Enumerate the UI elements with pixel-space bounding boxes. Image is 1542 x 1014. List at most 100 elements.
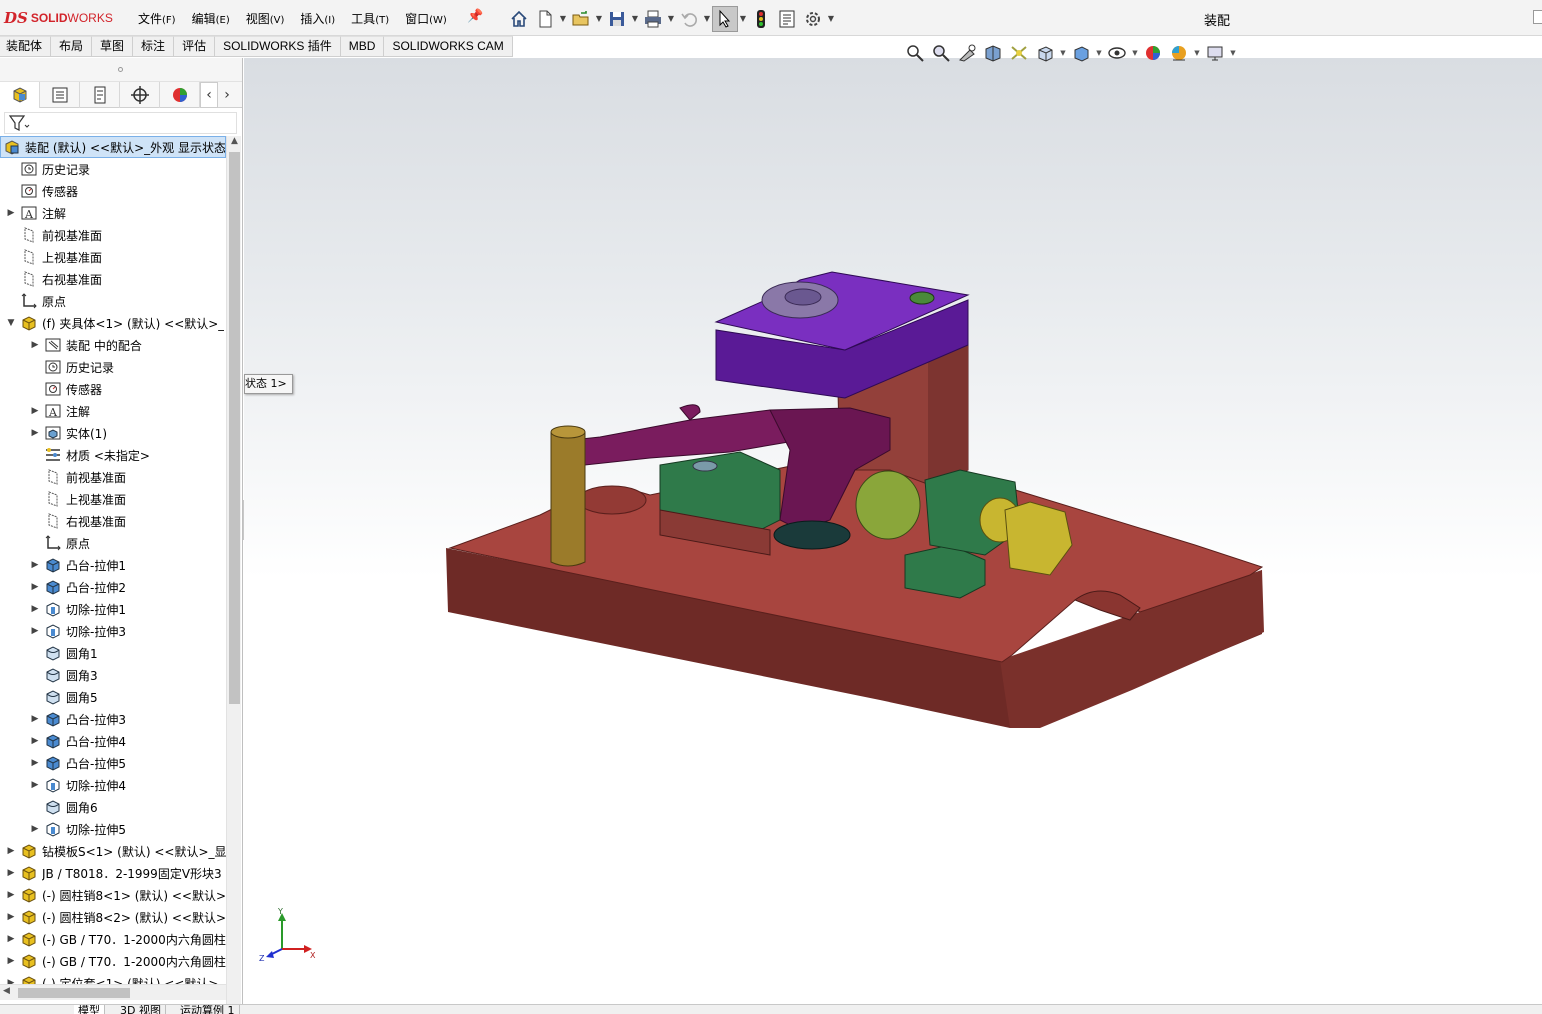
select-icon[interactable] — [712, 5, 738, 32]
dimxpert-manager-tab-icon[interactable] — [120, 82, 160, 108]
file-properties-icon[interactable] — [774, 6, 800, 32]
print-dropdown-icon[interactable]: ▼ — [666, 14, 676, 23]
command-tab[interactable]: 草图 — [92, 36, 134, 56]
hide-show-items-icon[interactable] — [1104, 41, 1130, 65]
tree-item[interactable]: 历史记录 — [0, 356, 226, 378]
tree-item[interactable]: ▶ JB / T8018．2-1999固定V形块3 — [0, 862, 226, 884]
zoom-to-fit-icon[interactable] — [902, 41, 928, 65]
chevron-right-icon[interactable]: ▶ — [30, 780, 40, 790]
open-icon[interactable] — [568, 6, 594, 32]
tree-item[interactable]: 材质 <未指定> — [0, 444, 226, 466]
tree-item[interactable]: 传感器 — [0, 378, 226, 400]
dynamic-annotation-icon[interactable] — [1006, 41, 1032, 65]
tree-item[interactable]: ▶ 切除-拉伸1 — [0, 598, 226, 620]
previous-view-icon[interactable] — [954, 41, 980, 65]
chevron-right-icon[interactable]: ▶ — [6, 868, 16, 878]
select-dropdown-icon[interactable]: ▼ — [738, 14, 748, 23]
chevron-down-icon[interactable]: ▼ — [1228, 49, 1238, 57]
display-manager-tab-icon[interactable] — [160, 82, 200, 108]
pin-menu-icon[interactable]: 📌 — [467, 9, 483, 24]
tabs-scroll-right-icon[interactable]: › — [218, 82, 236, 108]
save-icon[interactable] — [604, 6, 630, 32]
tree-item[interactable]: 历史记录 — [0, 158, 226, 180]
chevron-right-icon[interactable]: ▶ — [6, 890, 16, 900]
tree-item[interactable]: ▶ 凸台-拉伸1 — [0, 554, 226, 576]
options-dropdown-icon[interactable]: ▼ — [826, 14, 836, 23]
chevron-down-icon[interactable]: ▼ — [1192, 49, 1202, 57]
tree-item[interactable]: ▶ 装配 中的配合 — [0, 334, 226, 356]
zoom-to-area-icon[interactable] — [928, 41, 954, 65]
chevron-right-icon[interactable]: ▶ — [30, 604, 40, 614]
chevron-right-icon[interactable]: ▶ — [6, 912, 16, 922]
tree-item[interactable]: 圆角1 — [0, 642, 226, 664]
tree-item[interactable]: 圆角3 — [0, 664, 226, 686]
tree-item[interactable]: 右视基准面 — [0, 268, 226, 290]
command-tab[interactable]: MBD — [340, 36, 385, 56]
property-manager-tab-icon[interactable] — [40, 82, 80, 108]
tree-item[interactable]: ▶ 切除-拉伸4 — [0, 774, 226, 796]
tree-item[interactable]: ▶ 切除-拉伸3 — [0, 620, 226, 642]
menu-item[interactable]: 文件(F) — [138, 10, 176, 27]
window-control-button[interactable] — [1533, 10, 1542, 24]
print-icon[interactable] — [640, 6, 666, 32]
feature-manager-tab-icon[interactable] — [0, 82, 40, 108]
chevron-right-icon[interactable]: ▶ — [30, 824, 40, 834]
chevron-right-icon[interactable]: ▶ — [30, 758, 40, 768]
assembly-model-3d[interactable] — [244, 58, 1542, 1004]
tree-item[interactable]: 上视基准面 — [0, 488, 226, 510]
tree-filter[interactable] — [4, 112, 237, 134]
undo-dropdown-icon[interactable]: ▼ — [702, 14, 712, 23]
tree-item[interactable]: ▶ (-) 圆柱销8<1> (默认) <<默认> — [0, 884, 226, 906]
apply-scene-icon[interactable] — [1166, 41, 1192, 65]
new-document-icon[interactable] — [532, 6, 558, 32]
command-tab[interactable]: 标注 — [133, 36, 175, 56]
chevron-right-icon[interactable]: ▶ — [30, 736, 40, 746]
edit-appearance-icon[interactable] — [1140, 41, 1166, 65]
chevron-right-icon[interactable]: ▶ — [30, 340, 40, 350]
tree-item[interactable]: ▶ 凸台-拉伸3 — [0, 708, 226, 730]
tree-item[interactable]: 前视基准面 — [0, 466, 226, 488]
menu-item[interactable]: 编辑(E) — [192, 10, 230, 27]
command-tab[interactable]: 评估 — [174, 36, 216, 56]
chevron-right-icon[interactable]: ▶ — [30, 582, 40, 592]
scroll-thumb[interactable] — [229, 152, 240, 704]
display-style-icon[interactable] — [1068, 41, 1094, 65]
tree-item[interactable]: ▶ (-) 圆柱销8<2> (默认) <<默认> — [0, 906, 226, 928]
configuration-manager-tab-icon[interactable] — [80, 82, 120, 108]
options-gear-icon[interactable] — [800, 6, 826, 32]
tree-item[interactable]: 圆角5 — [0, 686, 226, 708]
chevron-down-icon[interactable]: ▼ — [6, 318, 16, 328]
tree-item[interactable]: 原点 — [0, 290, 226, 312]
menu-item[interactable]: 工具(T) — [351, 10, 389, 27]
tree-vertical-scrollbar[interactable]: ▲ ▼ — [226, 136, 241, 1014]
scroll-up-icon[interactable]: ▲ — [227, 136, 242, 150]
section-view-icon[interactable] — [980, 41, 1006, 65]
chevron-right-icon[interactable]: ▶ — [30, 428, 40, 438]
menu-item[interactable]: 视图(V) — [246, 10, 285, 27]
chevron-right-icon[interactable]: ▶ — [30, 626, 40, 636]
command-tab[interactable]: SOLIDWORKS CAM — [384, 36, 513, 56]
chevron-right-icon[interactable]: ▶ — [6, 934, 16, 944]
tree-item[interactable]: ▶ 切除-拉伸5 — [0, 818, 226, 840]
menu-item[interactable]: 窗口(W) — [405, 10, 447, 27]
chevron-right-icon[interactable]: ▶ — [6, 208, 16, 218]
chevron-right-icon[interactable]: ▶ — [6, 956, 16, 966]
tree-item[interactable]: 传感器 — [0, 180, 226, 202]
tree-item[interactable]: 装配 (默认) <<默认>_外观 显示状态 — [0, 136, 226, 158]
bottom-tab[interactable]: 3D 视图 — [116, 1005, 166, 1014]
scroll-left-icon[interactable]: ◀ — [3, 986, 10, 996]
chevron-right-icon[interactable]: ▶ — [30, 560, 40, 570]
bottom-tab[interactable]: 运动算例 1 — [176, 1005, 240, 1014]
tabs-scroll-left-icon[interactable]: ‹ — [200, 82, 218, 108]
tree-horizontal-scrollbar[interactable]: ◀ — [0, 984, 226, 1000]
tree-item[interactable]: ▶ 凸台-拉伸2 — [0, 576, 226, 598]
tree-item[interactable]: ▶ (-) GB / T70．1-2000内六角圆柱 — [0, 950, 226, 972]
tree-item[interactable]: ▶ 实体(1) — [0, 422, 226, 444]
bottom-tab[interactable]: 模型 — [74, 1005, 105, 1014]
tree-item[interactable]: 前视基准面 — [0, 224, 226, 246]
open-dropdown-icon[interactable]: ▼ — [594, 14, 604, 23]
command-tab[interactable]: 布局 — [51, 36, 93, 56]
solidworks-logo[interactable]: DS SOLID WORKS — [4, 8, 113, 28]
chevron-right-icon[interactable]: ▶ — [30, 714, 40, 724]
chevron-right-icon[interactable]: ▶ — [6, 846, 16, 856]
